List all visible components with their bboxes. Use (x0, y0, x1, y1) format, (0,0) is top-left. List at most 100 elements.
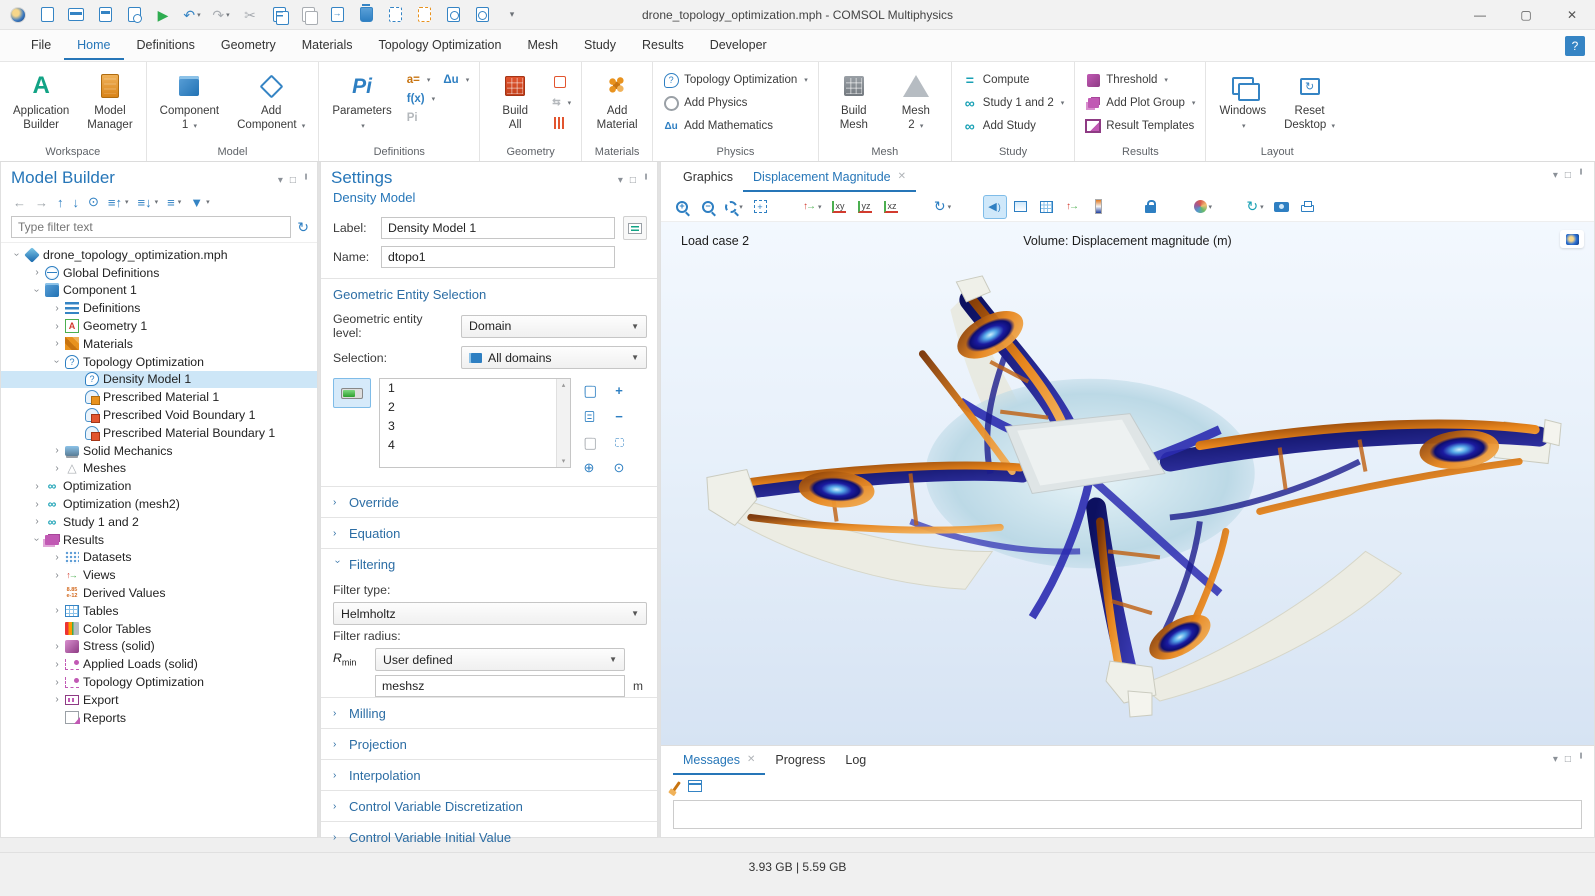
windows-button[interactable]: Windows▾ (1212, 66, 1273, 135)
topology-optimization-icon[interactable]: Topology Optimization▾ (659, 70, 812, 90)
tree-expander[interactable] (31, 516, 43, 527)
comsol-logo-icon[interactable] (8, 5, 28, 25)
pin-panel-icon[interactable]: ╹ (1578, 754, 1584, 765)
threshold-icon[interactable]: Threshold▾ (1081, 70, 1199, 90)
pin-panel-icon[interactable]: ╹ (643, 175, 649, 186)
tree-expander[interactable] (51, 552, 63, 563)
paste-icon[interactable] (298, 5, 318, 25)
back-icon[interactable]: ← (13, 195, 26, 210)
panel-menu-icon[interactable]: ▾ (618, 175, 623, 186)
move-icon[interactable] (327, 5, 347, 25)
filter-type-select[interactable]: Helmholtz▼ (333, 602, 647, 625)
zoom-out-icon[interactable]: ▾ (697, 196, 719, 218)
separator[interactable]: ▾ (1114, 196, 1136, 218)
rotate-view-icon[interactable]: ▾ (932, 196, 954, 218)
tree-item[interactable]: Tables (1, 602, 317, 620)
filter-input[interactable] (11, 216, 291, 238)
messages-output[interactable] (673, 800, 1582, 829)
add-plot-group-icon[interactable]: Add Plot Group▾ (1081, 93, 1199, 113)
selection-list-item[interactable]: 1 (388, 381, 554, 400)
appearance-icon[interactable]: ▾ (1192, 196, 1215, 218)
livelink-button[interactable]: ⇆▾ (548, 95, 575, 110)
save-icon[interactable] (95, 5, 115, 25)
tree-expander[interactable] (31, 267, 43, 278)
print-icon[interactable]: ▾ (1296, 196, 1318, 218)
tree-item[interactable]: Prescribed Material 1 (1, 388, 317, 406)
tree-item[interactable]: Results (1, 531, 317, 549)
add-mathematics-icon[interactable]: Add Mathematics▾ (659, 116, 812, 136)
filter-radius-mode-select[interactable]: User defined▼ (375, 648, 625, 671)
tree-expander[interactable] (31, 285, 43, 296)
application-builder-button[interactable]: A ApplicationBuilder (6, 66, 76, 135)
build-mesh-button[interactable]: BuildMesh (825, 66, 883, 135)
selection-list-item[interactable]: 4 (388, 438, 554, 457)
tree-expander[interactable] (31, 481, 43, 492)
add-to-selection-icon[interactable]: + (609, 380, 629, 400)
selection-list[interactable]: 1234 ▴▾ (379, 378, 571, 468)
material-color-icon[interactable]: ▾ (984, 196, 1006, 218)
tree-item[interactable]: Applied Loads (solid) (1, 655, 317, 673)
separator[interactable]: ▾ (1218, 196, 1240, 218)
move-up-icon[interactable]: ↑ (57, 195, 64, 210)
tree-expander[interactable] (51, 338, 63, 349)
select-box-icon[interactable] (385, 5, 405, 25)
color-legend-icon[interactable]: ▾ (1088, 196, 1110, 218)
selection-list-item[interactable]: 2 (388, 400, 554, 419)
ribbon-tab[interactable]: Definitions (124, 31, 208, 60)
tree-item[interactable]: Global Definitions (1, 264, 317, 282)
label-field[interactable] (381, 217, 615, 239)
ribbon-tab[interactable]: Materials (289, 31, 366, 60)
panel-menu-icon[interactable]: ▾ (1553, 754, 1558, 765)
expand-icon[interactable]: ≡↑ (108, 195, 122, 210)
parameters-button[interactable]: Pi Parameters▾ (325, 66, 398, 135)
help-icon[interactable]: ? (1565, 36, 1585, 56)
ribbon-tab[interactable]: Results (629, 31, 697, 60)
rename-button[interactable] (623, 216, 647, 240)
ribbon-tab[interactable]: Geometry (208, 31, 289, 60)
ribbon-tab[interactable]: Study (571, 31, 629, 60)
tree-item[interactable]: Solid Mechanics (1, 442, 317, 460)
tree-expander[interactable] (51, 356, 63, 367)
customize-toolbar-icon[interactable]: ▾ (501, 5, 521, 25)
messages-tab[interactable]: Log✕ (835, 746, 876, 775)
name-field[interactable] (381, 246, 615, 268)
panel-menu-icon[interactable]: ▾ (278, 175, 283, 186)
clear-selection-icon[interactable] (609, 432, 629, 452)
separator[interactable]: ▾ (1166, 196, 1188, 218)
compute-icon[interactable]: Compute▾ (958, 70, 1069, 90)
cut-icon[interactable]: ✂ (240, 5, 260, 25)
tree-item[interactable]: Optimization (1, 477, 317, 495)
study-icon[interactable]: Study 1 and 2▾ (958, 93, 1069, 113)
tree-expander[interactable] (31, 499, 43, 510)
go-to-default-view-icon[interactable]: ▾ (801, 196, 824, 218)
tree-item[interactable]: Prescribed Material Boundary 1 (1, 424, 317, 442)
reset-desktop-button[interactable]: ↻ ResetDesktop ▾ (1277, 66, 1342, 135)
separator[interactable]: ▾ (906, 196, 928, 218)
filter-radius-input[interactable] (375, 675, 625, 697)
new-file-icon[interactable] (37, 5, 57, 25)
open-in-table-icon[interactable] (688, 780, 702, 792)
result-templates-icon[interactable]: Result Templates▾ (1081, 116, 1199, 136)
lock-view-icon[interactable]: ▾ (1140, 196, 1162, 218)
tree-item[interactable]: Geometry 1 (1, 317, 317, 335)
tree-item[interactable]: Color Tables (1, 620, 317, 638)
component-button[interactable]: Component1 ▾ (153, 66, 226, 135)
tree-expander[interactable] (11, 249, 23, 260)
grid-icon[interactable]: ▾ (1036, 196, 1058, 218)
tree-item[interactable]: Datasets (1, 549, 317, 567)
delete-icon[interactable] (356, 5, 376, 25)
copy-icon[interactable] (269, 5, 289, 25)
separator[interactable]: ▾ (775, 196, 797, 218)
add-physics-icon[interactable]: Add Physics▾ (659, 93, 812, 113)
tree-expander[interactable] (51, 659, 63, 670)
tree-item[interactable]: Optimization (mesh2) (1, 495, 317, 513)
settings-section-header[interactable]: ›Override (321, 487, 657, 517)
settings-section-header[interactable]: ›Interpolation (321, 760, 657, 790)
zoom-box-icon[interactable]: ▾ (723, 196, 745, 218)
tree-expander[interactable] (51, 321, 63, 332)
show-icon[interactable]: ⊙ (88, 194, 99, 210)
forward-icon[interactable]: → (35, 195, 48, 210)
tree-item[interactable]: Density Model 1 (1, 371, 317, 389)
view-yz-icon[interactable]: ▾ (854, 196, 876, 218)
zoom-extents-icon[interactable]: ▾ (749, 196, 771, 218)
